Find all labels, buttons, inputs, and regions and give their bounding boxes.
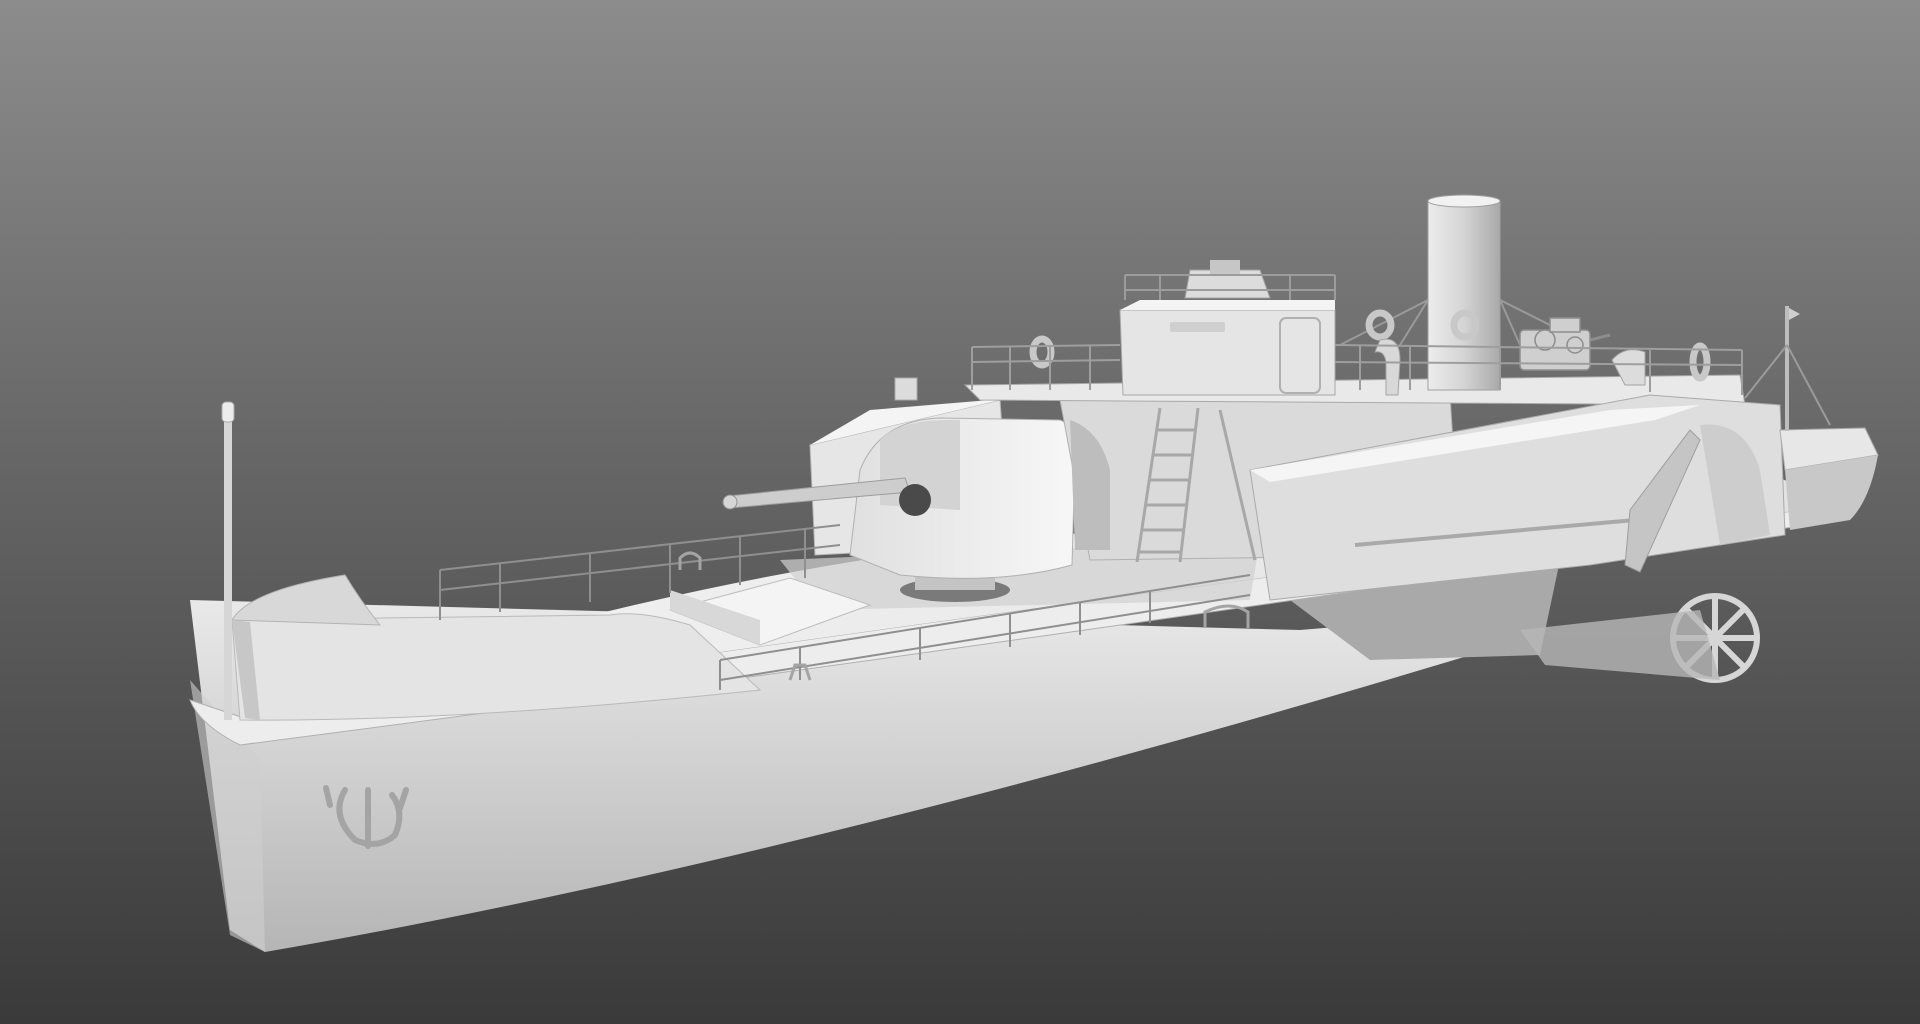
main-gun-turret	[722, 417, 1076, 602]
gunboat-render	[189, 194, 1879, 952]
paddle-wheel-housing	[1520, 610, 1720, 680]
aa-gun-mount	[1519, 317, 1611, 371]
